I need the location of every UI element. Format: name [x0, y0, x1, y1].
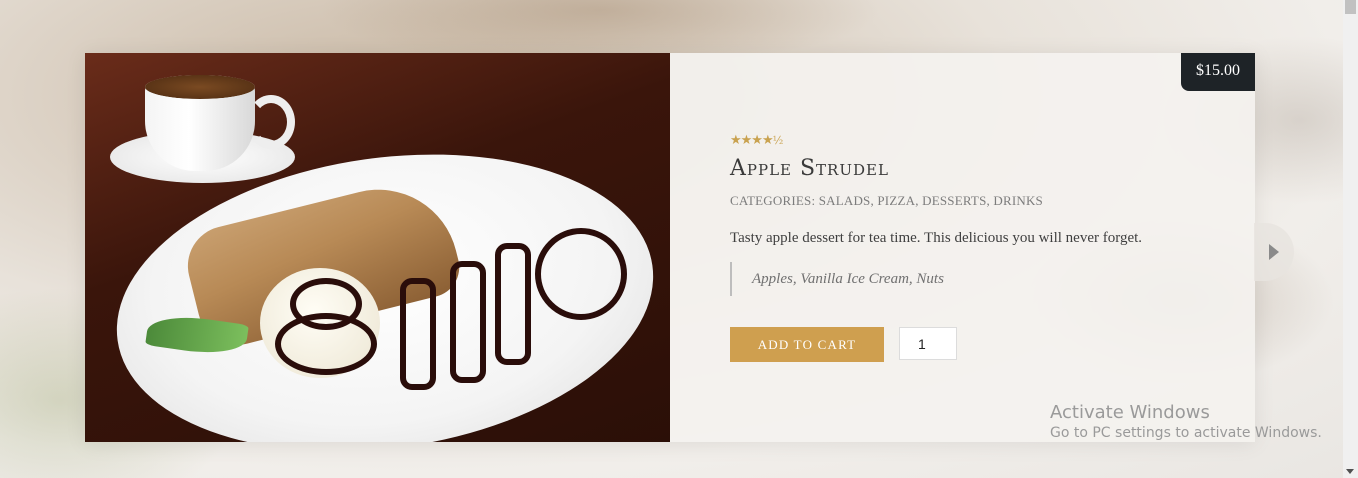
windows-activation-watermark: Activate Windows Go to PC settings to ac… — [1050, 402, 1322, 441]
scrollbar-thumb[interactable] — [1345, 0, 1356, 14]
product-description: Tasty apple dessert for tea time. This d… — [730, 230, 1143, 246]
ingredients-text: Apples, Vanilla Ice Cream, Nuts — [752, 270, 944, 287]
product-card: ★★★★½ Apple Strudel CATEGORIES: SALADS, … — [85, 53, 1255, 442]
chocolate-swirl — [400, 278, 436, 390]
quantity-input[interactable] — [899, 327, 957, 360]
star-rating: ★★★★½ — [730, 133, 784, 148]
chocolate-swirl — [535, 228, 627, 320]
chocolate-swirl — [275, 313, 377, 375]
price-badge: $15.00 — [1181, 53, 1255, 91]
star-icon: ★★★★ — [730, 133, 774, 148]
chocolate-swirl — [450, 261, 486, 383]
half-star-icon: ½ — [772, 134, 784, 147]
chocolate-swirl — [495, 243, 531, 365]
product-ingredients: Apples, Vanilla Ice Cream, Nuts — [730, 262, 944, 296]
product-title: Apple Strudel — [730, 156, 889, 181]
scroll-down-arrow-icon[interactable] — [1346, 469, 1354, 474]
coffee-cup-top — [145, 75, 255, 99]
product-image — [85, 53, 670, 442]
vertical-scrollbar[interactable] — [1343, 0, 1358, 478]
product-info: ★★★★½ Apple Strudel CATEGORIES: SALADS, … — [730, 53, 1255, 442]
cup-handle — [247, 95, 295, 149]
caret-right-icon — [1269, 244, 1279, 260]
product-categories: CATEGORIES: SALADS, PIZZA, DESSERTS, DRI… — [730, 193, 1043, 208]
watermark-title: Activate Windows — [1050, 402, 1210, 423]
watermark-subtitle: Go to PC settings to activate Windows. — [1050, 425, 1322, 441]
add-to-cart-button[interactable]: ADD TO CART — [730, 327, 884, 362]
